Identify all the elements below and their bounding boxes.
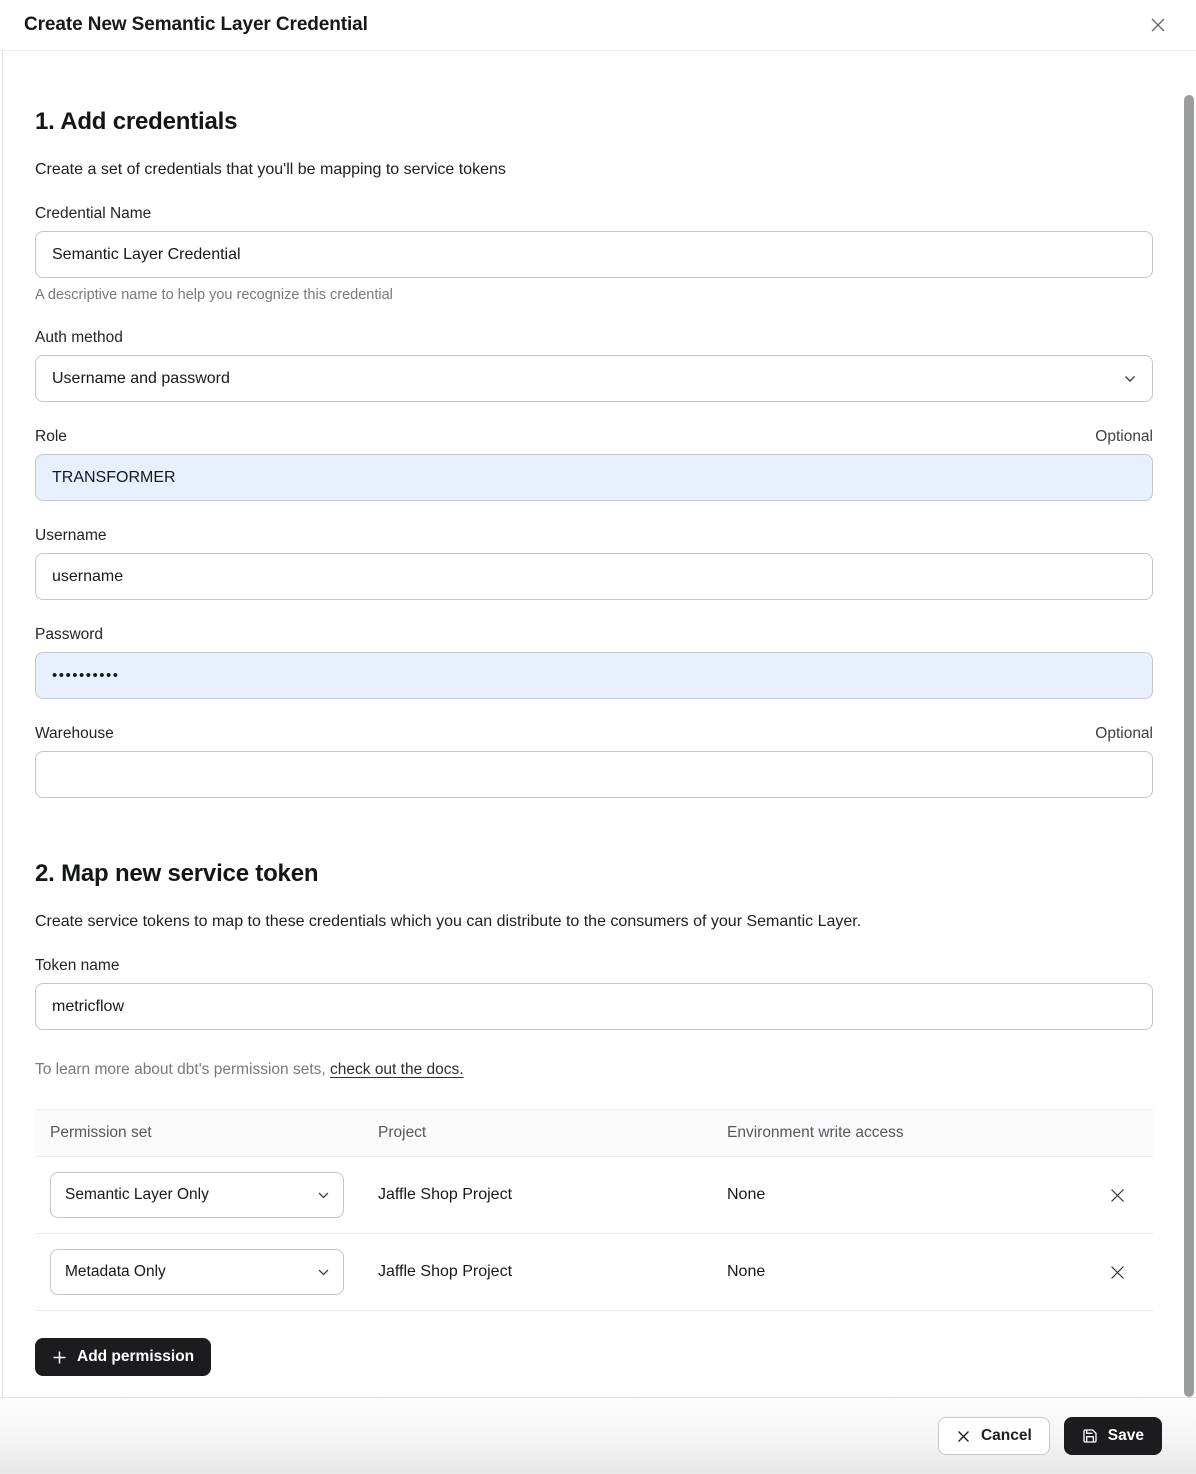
permission-set-selected-value: Metadata Only — [65, 1263, 166, 1281]
credential-name-input[interactable] — [35, 231, 1153, 278]
auth-method-label: Auth method — [35, 329, 123, 347]
remove-icon — [1109, 1264, 1126, 1281]
warehouse-optional-tag: Optional — [1095, 725, 1153, 743]
add-permission-label: Add permission — [77, 1348, 194, 1366]
plus-icon — [52, 1350, 67, 1365]
permission-docs-note: To learn more about dbt's permission set… — [35, 1061, 1153, 1079]
username-input[interactable] — [35, 553, 1153, 600]
chevron-down-icon — [1124, 375, 1136, 383]
close-button[interactable] — [1144, 11, 1172, 39]
page-edge-divider — [2, 51, 3, 1474]
table-row: Metadata Only Jaffle Shop Project None — [35, 1234, 1153, 1311]
section1-heading: 1. Add credentials — [35, 108, 1153, 136]
permission-set-selected-value: Semantic Layer Only — [65, 1186, 209, 1204]
username-field-group: Username — [35, 527, 1153, 600]
column-header-project: Project — [378, 1124, 727, 1142]
column-header-permission-set: Permission set — [50, 1124, 378, 1142]
project-cell: Jaffle Shop Project — [378, 1263, 727, 1281]
vertical-scrollbar[interactable] — [1184, 95, 1194, 1397]
remove-permission-button[interactable] — [1105, 1260, 1130, 1285]
project-cell: Jaffle Shop Project — [378, 1186, 727, 1204]
cancel-button-label: Cancel — [981, 1427, 1032, 1445]
role-label: Role — [35, 428, 67, 446]
credential-name-helper: A descriptive name to help you recognize… — [35, 287, 1153, 303]
section2-description: Create service tokens to map to these cr… — [35, 913, 1153, 931]
permission-set-select[interactable]: Semantic Layer Only — [50, 1172, 344, 1218]
save-floppy-icon — [1082, 1428, 1098, 1444]
docs-note-prefix: To learn more about dbt's permission set… — [35, 1061, 330, 1078]
username-label: Username — [35, 527, 107, 545]
column-header-environment-write-access: Environment write access — [727, 1124, 1105, 1142]
add-permission-button[interactable]: Add permission — [35, 1338, 211, 1376]
cancel-x-icon — [956, 1429, 971, 1444]
credential-name-label: Credential Name — [35, 205, 151, 223]
modal-title: Create New Semantic Layer Credential — [24, 14, 368, 36]
chevron-down-icon — [318, 1192, 329, 1199]
password-input[interactable] — [35, 652, 1153, 699]
auth-method-select[interactable]: Username and password — [35, 355, 1153, 402]
auth-method-field-group: Auth method Username and password — [35, 329, 1153, 402]
table-row: Semantic Layer Only Jaffle Shop Project … — [35, 1157, 1153, 1234]
cancel-button[interactable]: Cancel — [938, 1417, 1050, 1455]
auth-method-selected-value: Username and password — [52, 370, 230, 388]
chevron-down-icon — [318, 1269, 329, 1276]
warehouse-field-group: Warehouse Optional — [35, 725, 1153, 798]
role-input[interactable] — [35, 454, 1153, 501]
token-name-label: Token name — [35, 957, 119, 975]
credential-name-field-group: Credential Name A descriptive name to he… — [35, 205, 1153, 303]
environment-write-access-cell: None — [727, 1186, 1105, 1204]
modal-footer: Cancel Save — [0, 1397, 1196, 1474]
permission-set-select[interactable]: Metadata Only — [50, 1249, 344, 1295]
section2-heading: 2. Map new service token — [35, 860, 1153, 888]
token-name-input[interactable] — [35, 983, 1153, 1030]
modal-body: 1. Add credentials Create a set of crede… — [0, 108, 1196, 1376]
save-button-label: Save — [1108, 1427, 1144, 1445]
role-field-group: Role Optional — [35, 428, 1153, 501]
token-name-field-group: Token name — [35, 957, 1153, 1030]
warehouse-label: Warehouse — [35, 725, 114, 743]
remove-icon — [1109, 1187, 1126, 1204]
permissions-table-header: Permission set Project Environment write… — [35, 1109, 1153, 1157]
close-icon — [1148, 15, 1168, 35]
docs-link[interactable]: check out the docs. — [330, 1061, 464, 1078]
warehouse-input[interactable] — [35, 751, 1153, 798]
password-field-group: Password — [35, 626, 1153, 699]
permissions-table: Permission set Project Environment write… — [35, 1109, 1153, 1311]
remove-permission-button[interactable] — [1105, 1183, 1130, 1208]
save-button[interactable]: Save — [1064, 1417, 1162, 1455]
section1-description: Create a set of credentials that you'll … — [35, 161, 1153, 179]
environment-write-access-cell: None — [727, 1263, 1105, 1281]
role-optional-tag: Optional — [1095, 428, 1153, 446]
modal-header: Create New Semantic Layer Credential — [0, 0, 1196, 51]
password-label: Password — [35, 626, 103, 644]
